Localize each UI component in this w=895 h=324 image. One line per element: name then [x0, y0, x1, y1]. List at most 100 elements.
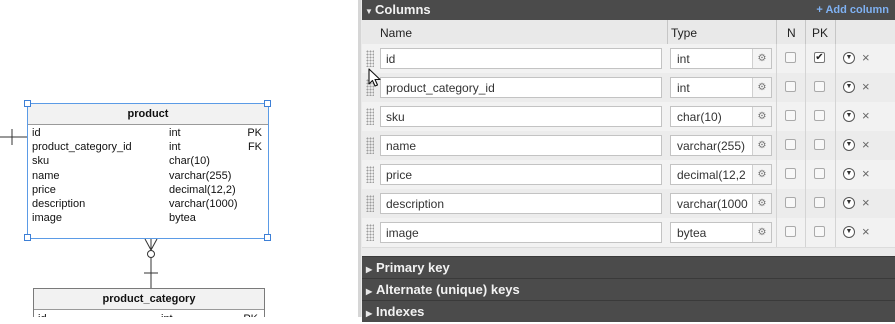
triangle-right-icon: ▶	[366, 265, 373, 274]
nullable-checkbox[interactable]	[785, 139, 796, 150]
gear-icon[interactable]: ⚙	[752, 49, 771, 68]
chevron-down-icon[interactable]: ▼	[843, 52, 855, 64]
column-name-input[interactable]: image	[380, 222, 662, 243]
column-name-input[interactable]: id	[380, 48, 662, 69]
resize-handle-top-left[interactable]	[24, 100, 31, 107]
entity-title: product	[28, 104, 268, 125]
row-divider	[776, 218, 777, 247]
column-type-value: varchar(1000	[677, 197, 748, 211]
nullable-checkbox[interactable]	[785, 226, 796, 237]
entity-column-type: int	[169, 141, 181, 154]
entity-column-name: description	[32, 197, 86, 210]
entity-column-row: image bytea	[28, 212, 268, 226]
gear-icon[interactable]: ⚙	[752, 165, 771, 184]
pk-checkbox[interactable]	[814, 226, 825, 237]
column-type-input[interactable]: decimal(12,2 ⚙	[670, 164, 772, 185]
diagram-canvas[interactable]: product id int PK product_category_id int FK…	[0, 0, 358, 317]
grip-icon[interactable]	[366, 108, 374, 125]
row-divider	[776, 102, 777, 131]
entity-product-category[interactable]: product_category id int PK	[33, 288, 265, 317]
triangle-down-icon: ▼	[365, 7, 373, 16]
close-icon[interactable]: ×	[862, 79, 870, 94]
row-divider	[835, 44, 836, 73]
column-type-input[interactable]: bytea ⚙	[670, 222, 772, 243]
resize-handle-bottom-right[interactable]	[264, 234, 271, 241]
row-divider	[835, 160, 836, 189]
grip-icon[interactable]	[366, 137, 374, 154]
section-alternate-keys-header[interactable]: ▶ Alternate (unique) keys	[362, 278, 895, 300]
column-name-input[interactable]: product_category_id	[380, 77, 662, 98]
entity-column-type: int	[161, 313, 173, 317]
column-type-value: decimal(12,2	[677, 168, 746, 182]
pk-checkbox[interactable]: ✔	[814, 52, 825, 63]
mouse-pointer-icon	[368, 68, 381, 87]
column-type-input[interactable]: int ⚙	[670, 48, 772, 69]
gear-icon[interactable]: ⚙	[752, 107, 771, 126]
entity-column-type: varchar(255)	[169, 169, 232, 182]
close-icon[interactable]: ×	[862, 195, 870, 210]
column-name-input[interactable]: price	[380, 164, 662, 185]
gear-icon[interactable]: ⚙	[752, 78, 771, 97]
nullable-checkbox[interactable]	[785, 168, 796, 179]
grip-icon[interactable]	[366, 195, 374, 212]
row-divider	[776, 160, 777, 189]
row-divider	[805, 44, 806, 73]
close-icon[interactable]: ×	[862, 108, 870, 123]
header-pk: PK	[812, 26, 829, 40]
entity-column-key: PK	[243, 313, 258, 317]
close-icon[interactable]: ×	[862, 50, 870, 65]
column-type-input[interactable]: varchar(1000 ⚙	[670, 193, 772, 214]
close-icon[interactable]: ×	[862, 166, 870, 181]
column-type-input[interactable]: int ⚙	[670, 77, 772, 98]
close-icon[interactable]: ×	[862, 137, 870, 152]
entity-column-row: price decimal(12,2)	[28, 184, 268, 198]
chevron-down-icon[interactable]: ▼	[843, 226, 855, 238]
column-type-input[interactable]: char(10) ⚙	[670, 106, 772, 127]
gear-icon[interactable]: ⚙	[752, 194, 771, 213]
section-primary-key-header[interactable]: ▶ Primary key	[362, 256, 895, 278]
resize-handle-top-right[interactable]	[264, 100, 271, 107]
nullable-checkbox[interactable]	[785, 81, 796, 92]
section-columns-header[interactable]: ▼ Columns + Add column	[362, 0, 895, 20]
chevron-down-icon[interactable]: ▼	[843, 139, 855, 151]
columns-grid-header: Name Type N PK	[362, 20, 895, 45]
chevron-down-icon[interactable]: ▼	[843, 110, 855, 122]
entity-product[interactable]: product id int PK product_category_id int FK…	[27, 103, 269, 239]
grip-icon[interactable]	[366, 224, 374, 241]
gear-icon[interactable]: ⚙	[752, 223, 771, 242]
row-divider	[805, 189, 806, 218]
section-indexes-header[interactable]: ▶ Indexes	[362, 300, 895, 322]
chevron-down-icon[interactable]: ▼	[843, 81, 855, 93]
column-divider[interactable]	[667, 20, 668, 44]
column-divider[interactable]	[776, 20, 777, 44]
resize-handle-bottom-left[interactable]	[24, 234, 31, 241]
column-name-input[interactable]: name	[380, 135, 662, 156]
chevron-down-icon[interactable]: ▼	[843, 197, 855, 209]
pk-checkbox[interactable]	[814, 197, 825, 208]
pk-checkbox[interactable]	[814, 139, 825, 150]
nullable-checkbox[interactable]	[785, 52, 796, 63]
column-name-input[interactable]: sku	[380, 106, 662, 127]
entity-column-type: varchar(1000)	[169, 197, 238, 210]
pk-checkbox[interactable]	[814, 168, 825, 179]
column-divider[interactable]	[805, 20, 806, 44]
entity-column-type: decimal(12,2)	[169, 183, 236, 196]
section-title: Alternate (unique) keys	[376, 282, 520, 297]
column-name-input[interactable]: description	[380, 193, 662, 214]
nullable-checkbox[interactable]	[785, 197, 796, 208]
nullable-checkbox[interactable]	[785, 110, 796, 121]
entity-column-row: name varchar(255)	[28, 170, 268, 184]
close-icon[interactable]: ×	[862, 224, 870, 239]
panel-splitter[interactable]	[358, 0, 361, 317]
chevron-down-icon[interactable]: ▼	[843, 168, 855, 180]
pk-checkbox[interactable]	[814, 81, 825, 92]
entity-column-type: bytea	[169, 212, 196, 225]
add-column-button[interactable]: + Add column	[816, 0, 889, 20]
column-divider[interactable]	[835, 20, 836, 44]
pk-checkbox[interactable]	[814, 110, 825, 121]
column-type-input[interactable]: varchar(255) ⚙	[670, 135, 772, 156]
grip-icon[interactable]	[366, 166, 374, 183]
entity-column-type: int	[169, 127, 181, 139]
gear-icon[interactable]: ⚙	[752, 136, 771, 155]
grip-icon[interactable]	[366, 50, 374, 67]
